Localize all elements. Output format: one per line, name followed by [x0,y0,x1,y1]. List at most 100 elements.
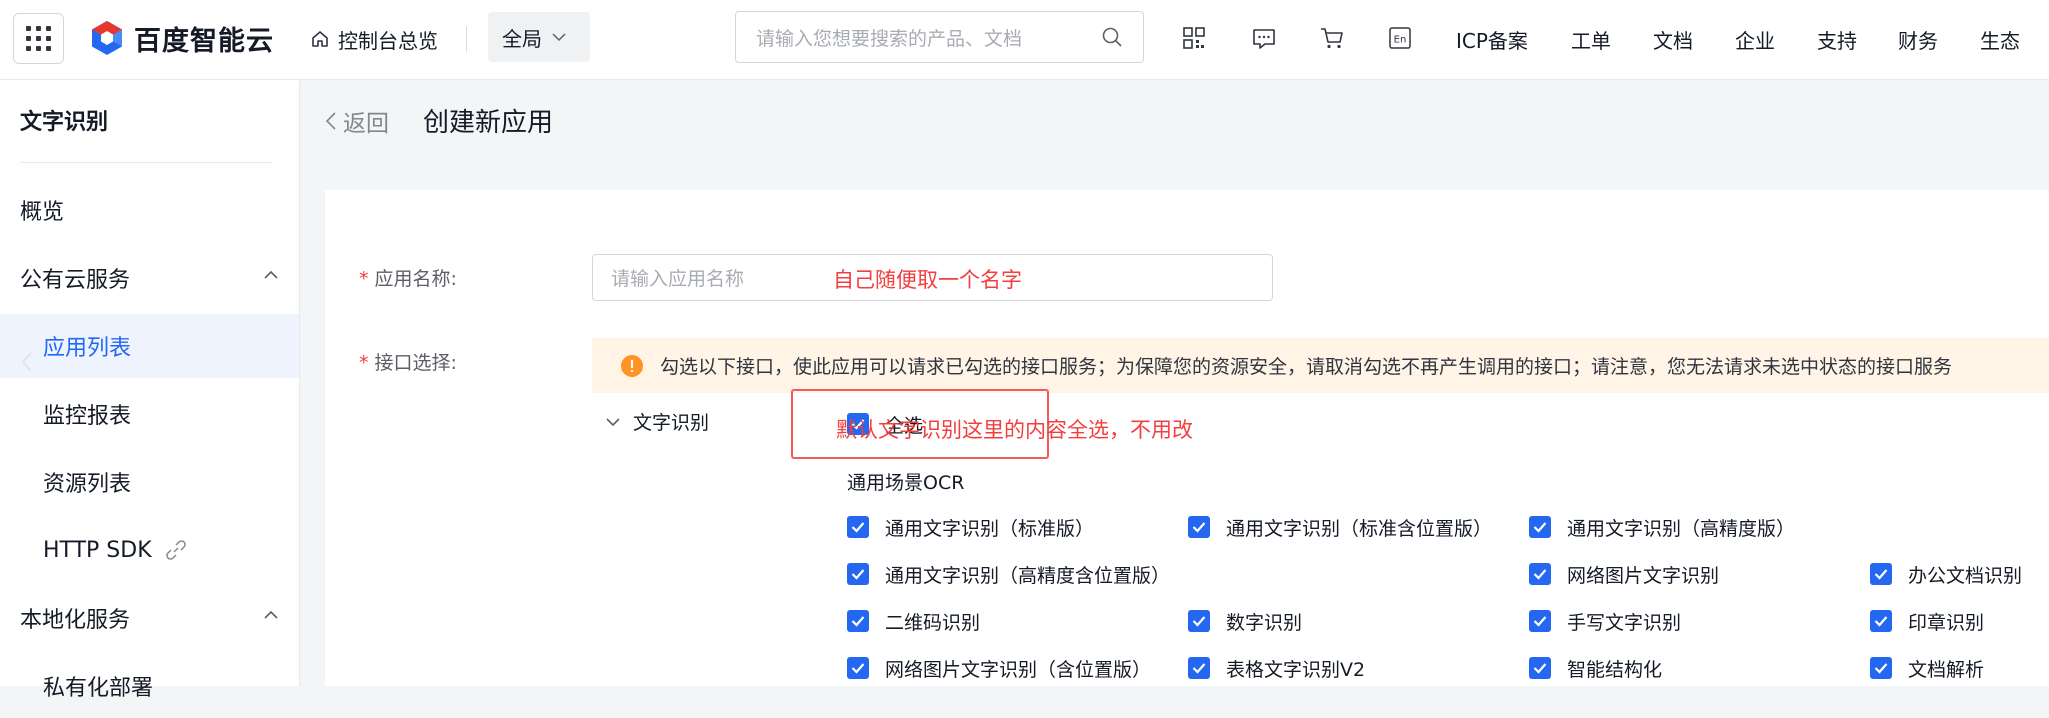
checkbox-checked-icon [847,610,869,632]
api-select-label: * 接口选择: [359,352,457,374]
required-mark: * [359,268,369,290]
collapse-sidebar-icon[interactable] [20,350,34,374]
nav-icp[interactable]: ICP备案 [1456,22,1528,56]
sidebar-item-label: 资源列表 [43,472,132,497]
api-checkbox[interactable]: 通用文字识别（标准版） [847,514,1094,540]
sidebar-item-label: 应用列表 [43,336,132,361]
checkbox-checked-icon [1870,657,1892,679]
checkbox-label: 通用文字识别（高精度版） [1567,517,1796,540]
baidu-cloud-logo-icon [92,21,122,55]
logo-text: 百度智能云 [134,25,274,57]
nav-docs[interactable]: 文档 [1653,22,1693,56]
api-checkbox[interactable]: 办公文档识别 [1870,561,2022,587]
checkbox-checked-icon [1529,610,1551,632]
checkbox-label: 通用文字识别（标准含位置版） [1226,517,1493,540]
api-checkbox[interactable]: 表格文字识别V2 [1188,655,1365,681]
chevron-left-icon [325,112,336,130]
api-checkbox[interactable]: 通用文字识别（高精度含位置版） [847,561,1170,587]
language-en-icon[interactable]: En [1386,24,1414,52]
checkbox-label: 通用文字识别（高精度含位置版） [885,564,1171,587]
category-toggle[interactable]: 文字识别 [605,408,709,435]
category-label: 文字识别 [633,412,710,434]
checkbox-checked-icon [1529,563,1551,585]
checkbox-label: 办公文档识别 [1908,564,2023,587]
checkbox-label: 手写文字识别 [1567,611,1682,634]
checkbox-checked-icon [847,563,869,585]
notice-banner: 勾选以下接口，使此应用可以请求已勾选的接口服务；为保障您的资源安全，请取消勾选不… [592,338,2049,393]
sidebar-item-resource-list[interactable]: 资源列表 [0,450,299,514]
checkbox-label: 网络图片文字识别（含位置版） [885,658,1152,681]
checkbox-label: 印章识别 [1908,611,1985,634]
api-checkbox[interactable]: 通用文字识别（标准含位置版） [1188,514,1492,540]
scope-select[interactable]: 全局 [488,12,590,62]
nav-ticket[interactable]: 工单 [1571,22,1611,56]
message-icon[interactable] [1250,24,1278,52]
sidebar-group-public-cloud[interactable]: 公有云服务 [0,246,299,310]
nav-enterprise[interactable]: 企业 [1735,22,1775,56]
sidebar-item-label: 私有化部署 [43,676,154,701]
sidebar-title: 文字识别 [20,110,109,135]
search-icon[interactable] [1101,26,1123,48]
api-checkbox[interactable]: 二维码识别 [847,608,980,634]
console-home-label: 控制台总览 [338,28,438,53]
logo[interactable]: 百度智能云 [88,18,274,58]
sidebar-item-http-sdk[interactable]: HTTP SDK [0,518,299,582]
required-mark: * [359,352,369,374]
console-home-link[interactable]: 控制台总览 [310,22,438,56]
app-name-annotation: 自己随便取一个名字 [833,268,1022,292]
checkbox-checked-icon [847,516,869,538]
app-name-placeholder: 请输入应用名称 [611,268,745,290]
checkbox-checked-icon [1529,516,1551,538]
api-checkbox[interactable]: 文档解析 [1870,655,1984,681]
chevron-down-icon [606,417,620,426]
create-app-form: * 应用名称: 请输入应用名称 自己随便取一个名字 * 接口选择: 勾选以下接口，使… [325,190,2049,686]
top-bar: 百度智能云 控制台总览 全局 请输入您想要搜索的产品、文档 En ICP备案 工… [0,0,2049,80]
external-link-icon [165,540,186,560]
nav-ecosystem[interactable]: 生态 [1980,22,2020,56]
api-checkbox[interactable]: 网络图片文字识别 [1529,561,1719,587]
chevron-up-icon [264,610,278,619]
api-checkbox[interactable]: 印章识别 [1870,608,1984,634]
sidebar-item-label: 概览 [20,200,65,225]
api-checkbox[interactable]: 网络图片文字识别（含位置版） [847,655,1151,681]
page-title: 创建新应用 [423,108,554,138]
sidebar-item-label: HTTP SDK [43,537,152,563]
checkbox-label: 文档解析 [1908,658,1985,681]
home-icon [312,31,328,47]
sidebar-group-local-service[interactable]: 本地化服务 [0,586,299,650]
cart-icon[interactable] [1318,24,1346,52]
sidebar: 文字识别 概览 公有云服务 应用列表 监控报表 资源列表 HTTP SDK 本地… [0,80,300,701]
checkbox-checked-icon [1870,563,1892,585]
sidebar-item-label: 监控报表 [43,404,132,429]
back-button[interactable]: 返回 [325,104,389,138]
api-checkbox[interactable]: 手写文字识别 [1529,608,1681,634]
chevron-up-icon [264,270,278,279]
scope-value: 全局 [502,26,542,51]
search-input[interactable]: 请输入您想要搜索的产品、文档 [735,11,1144,63]
api-checkbox[interactable]: 通用文字识别（高精度版） [1529,514,1795,540]
checkbox-label: 智能结构化 [1567,658,1663,681]
sidebar-item-monitor-report[interactable]: 监控报表 [0,382,299,446]
search-placeholder: 请输入您想要搜索的产品、文档 [756,27,1023,50]
app-name-label: * 应用名称: [359,268,457,290]
section-title: 通用场景OCR [847,472,965,494]
checkbox-checked-icon [1188,610,1210,632]
checkbox-checked-icon [847,657,869,679]
qrcode-icon[interactable] [1180,24,1208,52]
sidebar-item-overview[interactable]: 概览 [0,178,299,242]
checkbox-label: 网络图片文字识别 [1567,564,1720,587]
checkbox-checked-icon [1529,657,1551,679]
sidebar-item-app-list[interactable]: 应用列表 [0,314,299,378]
sidebar-item-label: 本地化服务 [20,608,131,633]
divider [466,26,467,52]
api-checkbox[interactable]: 数字识别 [1188,608,1302,634]
chevron-down-icon [552,33,566,42]
api-checkbox[interactable]: 智能结构化 [1529,655,1662,681]
nav-finance[interactable]: 财务 [1898,22,1938,56]
checkbox-label: 二维码识别 [885,611,981,634]
checkbox-checked-icon [1188,516,1210,538]
apps-grid-icon[interactable] [13,13,64,64]
sidebar-item-private-deploy[interactable]: 私有化部署 [0,654,299,718]
back-label: 返回 [343,111,389,137]
nav-support[interactable]: 支持 [1817,22,1857,56]
